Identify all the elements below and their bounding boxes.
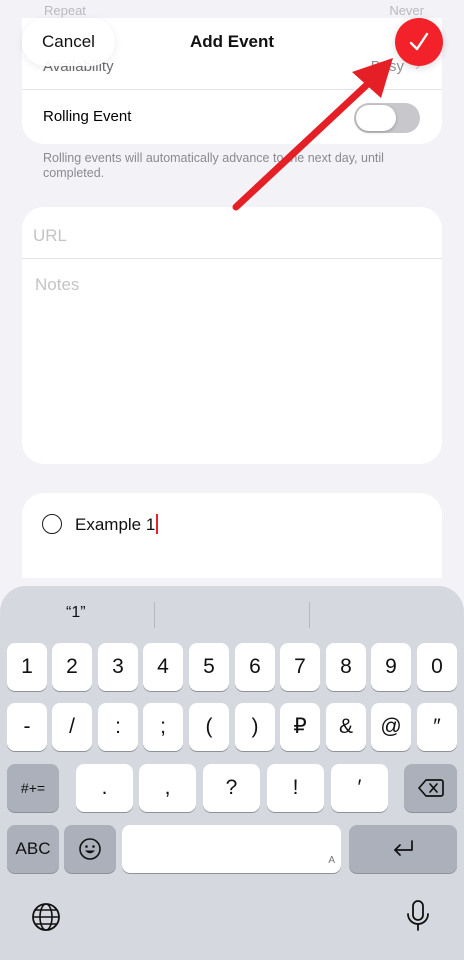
key-8[interactable]: 8 [326,643,366,691]
key-9[interactable]: 9 [371,643,411,691]
key-at[interactable]: @ [371,703,411,751]
key-period[interactable]: . [76,764,133,812]
subtask-checkbox[interactable] [42,514,62,534]
key-emoji[interactable] [64,825,116,873]
nav-header: Cancel Add Event [0,0,464,80]
key-quote[interactable]: ″ [417,703,457,751]
globe-button[interactable] [30,901,62,938]
suggestion-bar: “1” [0,586,464,642]
globe-icon [32,903,60,931]
key-comma[interactable]: , [139,764,196,812]
key-6[interactable]: 6 [235,643,275,691]
suggestion-divider [154,602,155,628]
key-abc[interactable]: ABC [7,825,59,873]
return-icon [394,840,413,857]
keyboard: “1” 1 2 3 4 5 6 7 8 9 0 - / : ; ( ) ₽ & … [0,586,464,960]
key-5[interactable]: 5 [189,643,229,691]
key-4[interactable]: 4 [143,643,183,691]
key-question[interactable]: ? [203,764,260,812]
key-ampersand[interactable]: & [326,703,366,751]
notes-field[interactable]: Notes [35,275,79,295]
key-slash[interactable]: / [52,703,92,751]
key-semicolon[interactable]: ; [143,703,183,751]
key-3[interactable]: 3 [98,643,138,691]
key-return[interactable] [349,825,457,873]
key-ruble[interactable]: ₽ [280,703,320,751]
microphone-icon [407,900,429,931]
subtask-card: Example 1 [22,493,442,578]
key-colon[interactable]: : [98,703,138,751]
key-close-paren[interactable]: ) [235,703,275,751]
rolling-event-label: Rolling Event [43,108,132,125]
suggestion-1[interactable]: “1” [66,604,86,622]
space-hint: A [328,855,335,866]
key-1[interactable]: 1 [7,643,47,691]
subtask-text: Example 1 [75,515,156,534]
text-caret [156,514,159,534]
key-symbols-toggle[interactable]: #+= [7,764,59,812]
key-open-paren[interactable]: ( [189,703,229,751]
key-7[interactable]: 7 [280,643,320,691]
key-space[interactable]: A [122,825,341,873]
suggestion-divider [309,602,310,628]
rolling-event-row: Rolling Event [22,91,442,144]
key-hyphen[interactable]: - [7,703,47,751]
key-exclamation[interactable]: ! [267,764,324,812]
done-button[interactable] [395,18,443,66]
rolling-event-footnote: Rolling events will automatically advanc… [43,151,384,180]
url-field[interactable]: URL [22,207,442,259]
url-placeholder: URL [33,226,68,245]
backspace-icon [417,779,444,798]
rolling-event-toggle[interactable] [354,103,420,133]
emoji-icon [79,838,101,861]
key-backspace[interactable] [404,764,457,812]
dictation-button[interactable] [404,898,432,939]
key-0[interactable]: 0 [417,643,457,691]
subtask-input[interactable]: Example 1 [75,514,159,535]
toggle-knob [356,105,396,131]
key-prime[interactable]: ′ [331,764,388,812]
checkmark-icon [409,32,429,51]
url-notes-card: URL Notes [22,207,442,464]
key-2[interactable]: 2 [52,643,92,691]
